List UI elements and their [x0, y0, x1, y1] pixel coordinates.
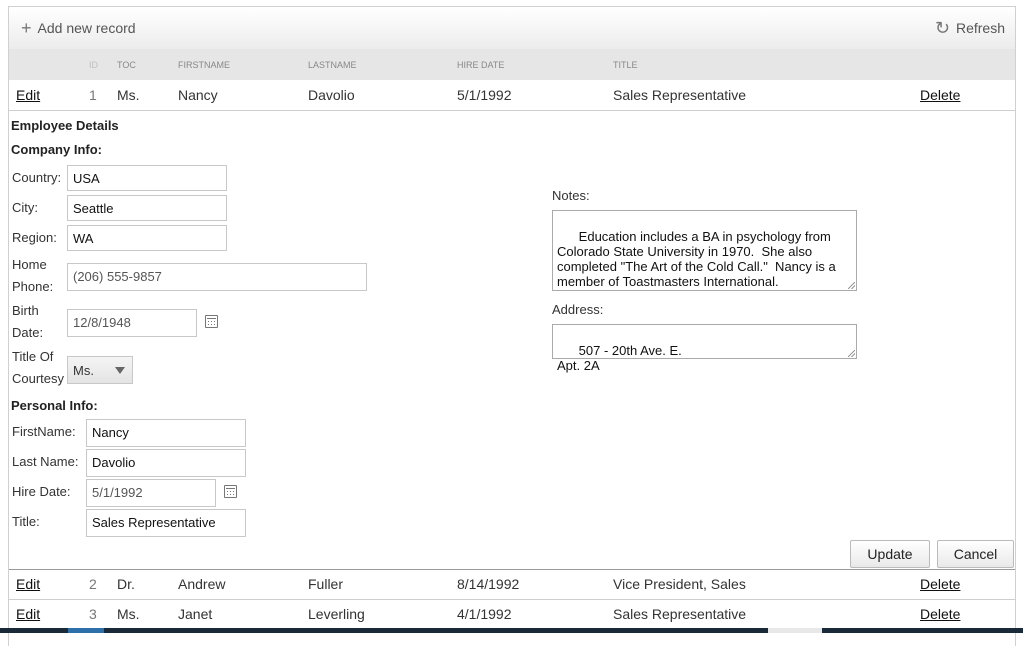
address-label: Address:: [552, 302, 604, 317]
cell-id: 3: [89, 606, 97, 622]
edit-link[interactable]: Edit: [16, 576, 40, 592]
lastname-input[interactable]: Davolio: [86, 449, 246, 477]
cell-lastname: Leverling: [308, 606, 365, 622]
city-input[interactable]: Seattle: [67, 195, 227, 221]
title-of-courtesy-value: Ms.: [73, 363, 94, 378]
edit-link[interactable]: Edit: [16, 87, 40, 103]
cell-firstname: Janet: [178, 606, 213, 622]
city-label: City:: [12, 200, 38, 215]
home-phone-label-line2: Phone:: [12, 279, 54, 294]
region-input[interactable]: WA: [67, 225, 227, 251]
notes-label: Notes:: [552, 188, 590, 203]
taskbar: [0, 628, 1023, 633]
column-header-lastname[interactable]: LASTNAME: [308, 60, 357, 70]
chevron-down-icon: [115, 367, 125, 374]
taskbar-app-button[interactable]: [68, 628, 104, 633]
title-of-courtesy-select[interactable]: Ms.: [67, 356, 133, 384]
title-of-courtesy-label-line2: Courtesy: [12, 371, 65, 386]
birth-date-label-line2: Date:: [12, 325, 44, 340]
taskbar-app-button[interactable]: [768, 628, 822, 633]
grid-toolbar: + Add new record ↻ Refresh: [9, 7, 1015, 50]
cell-firstname: Nancy: [178, 87, 218, 103]
update-button[interactable]: Update: [850, 540, 930, 568]
hire-date-input[interactable]: 5/1/1992: [86, 479, 216, 507]
column-header-title[interactable]: TITLE: [613, 60, 638, 70]
personal-info-heading: Personal Info:: [11, 398, 98, 413]
firstname-input[interactable]: Nancy: [86, 419, 246, 447]
home-phone-input[interactable]: (206) 555-9857: [67, 263, 367, 291]
add-new-record-button[interactable]: + Add new record: [21, 7, 136, 49]
address-textarea[interactable]: 507 - 20th Ave. E. Apt. 2A: [552, 324, 857, 373]
cell-title: Vice President, Sales: [613, 576, 746, 592]
cell-toc: Ms.: [117, 606, 140, 622]
region-label: Region:: [12, 230, 57, 245]
edit-link[interactable]: Edit: [16, 606, 40, 622]
table-row: Edit 3 Ms. Janet Leverling 4/1/1992 Sale…: [9, 599, 1015, 630]
notes-text: Education includes a BA in psychology fr…: [557, 229, 836, 289]
refresh-label: Refresh: [955, 20, 1005, 36]
column-header-hire-date[interactable]: HIRE DATE: [457, 60, 504, 70]
refresh-icon: ↻: [934, 17, 950, 38]
calendar-icon[interactable]: [205, 315, 218, 328]
birth-date-input[interactable]: 12/8/1948: [67, 309, 197, 337]
firstname-label: FirstName:: [12, 424, 76, 439]
cell-lastname: Fuller: [308, 576, 344, 592]
grid-header: ID TOC FIRSTNAME LASTNAME HIRE DATE TITL…: [9, 49, 1015, 80]
delete-link[interactable]: Delete: [920, 87, 960, 103]
cell-hire-date: 5/1/1992: [457, 87, 512, 103]
cell-title: Sales Representative: [613, 606, 747, 622]
cell-toc: Ms.: [117, 87, 140, 103]
address-text: 507 - 20th Ave. E. Apt. 2A: [557, 343, 682, 373]
cell-firstname: Andrew: [178, 576, 226, 592]
add-new-record-label: Add new record: [37, 20, 136, 36]
table-row: Edit 2 Dr. Andrew Fuller 8/14/1992 Vice …: [9, 569, 1015, 600]
cell-lastname: Davolio: [308, 87, 355, 103]
lastname-label: Last Name:: [12, 454, 79, 469]
company-info-heading: Company Info:: [11, 142, 102, 157]
delete-link[interactable]: Delete: [920, 576, 960, 592]
cell-hire-date: 8/14/1992: [457, 576, 520, 592]
cell-hire-date: 4/1/1992: [457, 606, 512, 622]
title-label: Title:: [12, 514, 40, 529]
country-input[interactable]: USA: [67, 165, 227, 191]
resize-handle-icon[interactable]: [848, 282, 855, 289]
delete-link[interactable]: Delete: [920, 606, 960, 622]
plus-icon: +: [21, 17, 32, 38]
country-label: Country:: [12, 170, 62, 185]
cancel-button[interactable]: Cancel: [937, 540, 1014, 568]
employee-details-heading: Employee Details: [11, 118, 119, 133]
calendar-icon[interactable]: [224, 485, 237, 498]
notes-textarea[interactable]: Education includes a BA in psychology fr…: [552, 210, 857, 291]
refresh-button[interactable]: ↻ Refresh: [935, 7, 1005, 49]
table-row: Edit 1 Ms. Nancy Davolio 5/1/1992 Sales …: [9, 80, 1015, 111]
employee-detail-form: Employee Details Company Info: Country: …: [9, 111, 1015, 570]
cell-id: 1: [89, 87, 97, 103]
cell-title: Sales Representative: [613, 87, 747, 103]
column-header-id[interactable]: ID: [89, 60, 98, 70]
birth-date-label-line1: Birth: [12, 303, 39, 318]
column-header-firstname[interactable]: FIRSTNAME: [178, 60, 230, 70]
employee-grid: + Add new record ↻ Refresh ID TOC FIRSTN…: [8, 6, 1016, 646]
title-input[interactable]: Sales Representative: [86, 509, 246, 537]
resize-handle-icon[interactable]: [848, 350, 855, 357]
home-phone-label-line1: Home: [12, 257, 47, 272]
title-of-courtesy-label-line1: Title Of: [12, 349, 54, 364]
cell-id: 2: [89, 576, 97, 592]
cell-toc: Dr.: [117, 576, 135, 592]
hire-date-label: Hire Date:: [12, 484, 71, 499]
column-header-toc[interactable]: TOC: [117, 60, 136, 70]
